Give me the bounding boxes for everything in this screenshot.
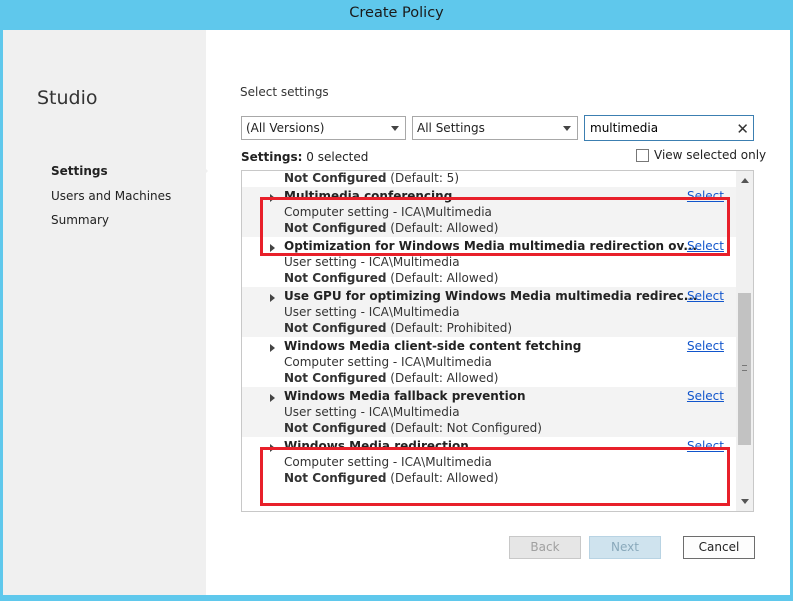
list-scrollbar[interactable] xyxy=(736,171,753,511)
clear-search-icon[interactable]: ✕ xyxy=(736,117,749,141)
setting-status-default: (Default: Allowed) xyxy=(390,371,499,385)
view-selected-only-label: View selected only xyxy=(654,148,767,162)
settings-pane: Select settings (All Versions) All Setti… xyxy=(206,30,790,595)
select-link[interactable]: Select xyxy=(687,339,724,353)
scroll-down-icon[interactable] xyxy=(741,499,749,504)
list-item: Windows Media fallback prevention User s… xyxy=(242,387,736,437)
setting-status-default: (Default: Prohibited) xyxy=(390,321,512,335)
setting-status-label: Not Configured xyxy=(284,271,387,285)
versions-dropdown-value: (All Versions) xyxy=(246,121,325,135)
list-item: User setting - ICA\Multimedia Not Config… xyxy=(242,171,736,187)
highlight-box xyxy=(260,197,730,256)
categories-dropdown[interactable]: All Settings xyxy=(412,116,578,140)
setting-status: Not Configured (Default: 5) xyxy=(284,171,459,185)
setting-status-label: Not Configured xyxy=(284,371,387,385)
setting-status-default: (Default: Not Configured) xyxy=(390,421,542,435)
checkbox-icon xyxy=(636,148,649,162)
list-item: Windows Media client-side content fetchi… xyxy=(242,337,736,387)
versions-dropdown[interactable]: (All Versions) xyxy=(241,116,406,140)
scrollbar-thumb[interactable] xyxy=(738,293,751,445)
search-input[interactable] xyxy=(590,117,720,139)
back-button[interactable]: Back xyxy=(509,536,581,559)
settings-list[interactable]: User setting - ICA\Multimedia Not Config… xyxy=(241,170,754,512)
settings-count: Settings: 0 selected xyxy=(241,150,368,164)
setting-status-label: Not Configured xyxy=(284,321,387,335)
scroll-up-icon[interactable] xyxy=(741,178,749,183)
wizard-sidebar: Studio Settings Users and Machines Summa… xyxy=(3,30,203,595)
highlight-box xyxy=(260,447,730,506)
sidebar-item-summary[interactable]: Summary xyxy=(51,213,109,227)
list-item: Use GPU for optimizing Windows Media mul… xyxy=(242,287,736,337)
sidebar-item-settings[interactable]: Settings xyxy=(51,164,108,178)
categories-dropdown-value: All Settings xyxy=(417,121,485,135)
next-button[interactable]: Next xyxy=(589,536,661,559)
setting-type: User setting - ICA\Multimedia xyxy=(284,405,460,419)
expand-arrow-icon[interactable] xyxy=(270,344,275,352)
window-title: Create Policy xyxy=(349,5,444,21)
setting-status: Not Configured (Default: Allowed) xyxy=(284,371,498,385)
select-link[interactable]: Select xyxy=(687,389,724,403)
setting-status: Not Configured (Default: Allowed) xyxy=(284,271,498,285)
search-box: ✕ xyxy=(584,115,754,141)
app-title: Studio xyxy=(37,87,98,109)
setting-type: User setting - ICA\Multimedia xyxy=(284,305,460,319)
view-selected-only-checkbox[interactable]: View selected only xyxy=(636,148,766,162)
settings-count-label: Settings: xyxy=(241,150,303,164)
setting-name: Windows Media fallback prevention xyxy=(284,389,526,403)
window-titlebar: Create Policy xyxy=(0,0,793,30)
setting-status-default: (Default: 5) xyxy=(390,171,459,185)
sidebar-item-users-and-machines[interactable]: Users and Machines xyxy=(51,189,171,203)
grip-icon xyxy=(742,365,747,371)
setting-type: User setting - ICA\Multimedia xyxy=(284,255,460,269)
chevron-down-icon xyxy=(563,126,571,131)
active-step-pointer xyxy=(201,164,208,178)
setting-status-default: (Default: Allowed) xyxy=(390,271,499,285)
setting-type: Computer setting - ICA\Multimedia xyxy=(284,355,492,369)
chevron-down-icon xyxy=(391,126,399,131)
expand-arrow-icon[interactable] xyxy=(270,294,275,302)
select-link[interactable]: Select xyxy=(687,289,724,303)
setting-status: Not Configured (Default: Not Configured) xyxy=(284,421,542,435)
setting-name: Use GPU for optimizing Windows Media mul… xyxy=(284,289,698,303)
setting-status-label: Not Configured xyxy=(284,421,387,435)
section-label: Select settings xyxy=(240,85,329,99)
setting-name: Windows Media client-side content fetchi… xyxy=(284,339,582,353)
settings-count-value: 0 selected xyxy=(306,150,369,164)
setting-status-label: Not Configured xyxy=(284,171,387,185)
setting-status: Not Configured (Default: Prohibited) xyxy=(284,321,512,335)
expand-arrow-icon[interactable] xyxy=(270,394,275,402)
create-policy-dialog: Studio Settings Users and Machines Summa… xyxy=(3,30,790,595)
cancel-button[interactable]: Cancel xyxy=(683,536,755,559)
